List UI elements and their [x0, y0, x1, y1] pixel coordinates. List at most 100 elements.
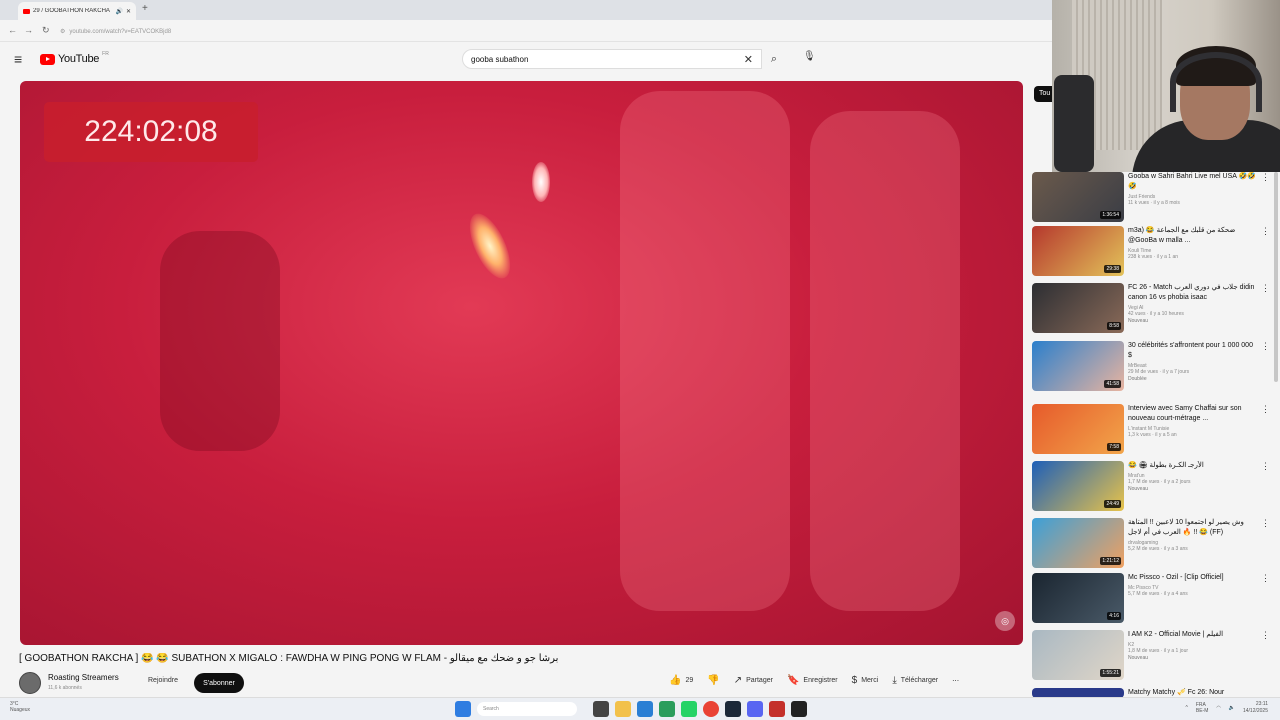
recommendation-item[interactable]: 41:58 30 célébrités s'affrontent pour 1 0… — [1032, 341, 1272, 395]
recommendation-item[interactable]: 1:36:54 Gooba w Sahri Bahri Live mel USA … — [1032, 172, 1272, 226]
recommendation-title[interactable]: FC 26 - Match جلاب في دوري العرب didin c… — [1128, 283, 1256, 303]
recommendation-title[interactable]: Gooba w Sahri Bahri Live mel USA 🤣🤣🤣 — [1128, 172, 1256, 192]
recommendation-item[interactable]: 24:49 😂 🏟 الأرجـ الكـرة بطولة Mrat'un 1,7 M… — [1032, 461, 1272, 515]
more-options-icon[interactable]: ⋮ — [1261, 518, 1270, 529]
chrome-icon[interactable] — [703, 701, 719, 717]
forward-icon[interactable]: → — [24, 25, 33, 35]
video-player[interactable]: 224:02:08 ◎ — [20, 81, 1023, 645]
more-options-icon[interactable]: ⋮ — [1261, 226, 1270, 237]
bookmark-icon: 🔖 — [786, 675, 800, 686]
share-button[interactable]: ↗ Partager — [734, 675, 773, 686]
like-button[interactable]: 👍 29 — [669, 675, 693, 686]
recommendation-item[interactable]: 7:58 Interview avec Samy Chaffai sur son … — [1032, 404, 1272, 458]
recommendation-meta: 5,2 M de vues · il y a 3 ans — [1128, 546, 1188, 552]
discord-icon[interactable] — [747, 701, 763, 717]
sidebar-scrollbar[interactable] — [1274, 172, 1278, 382]
video-thumbnail[interactable]: 41:58 — [1032, 341, 1124, 391]
clock-time: 23:11 — [1255, 701, 1268, 707]
more-options-icon[interactable]: ⋮ — [1261, 630, 1270, 641]
recommendation-title[interactable]: I AM K2 - Official Movie | الفيلم — [1128, 630, 1256, 640]
download-icon: ⤓ — [892, 675, 897, 686]
more-options-icon[interactable]: ⋮ — [1261, 283, 1270, 294]
reload-icon[interactable]: ↻ — [42, 25, 50, 36]
language-indicator[interactable]: FRA BE-M — [1196, 702, 1209, 714]
more-options-icon[interactable]: ⋮ — [1261, 573, 1270, 584]
url-bar[interactable]: ⚙ youtube.com/watch?v=EATVCOKBjd8 — [60, 25, 660, 38]
save-button[interactable]: 🔖 Enregistrer — [787, 675, 838, 686]
tray-chevron-icon[interactable]: ^ — [1186, 705, 1188, 711]
recommendation-meta: 1,8 M de vues · il y a 1 jour — [1128, 648, 1189, 654]
webcam-overlay — [1052, 0, 1280, 172]
channel-avatar[interactable] — [19, 672, 41, 694]
recommendation-item[interactable]: 8:58 FC 26 - Match جلاب في دوري العرب did… — [1032, 283, 1272, 337]
thanks-button[interactable]: $ Merci — [852, 675, 879, 686]
video-duration: 24:49 — [1104, 500, 1121, 508]
recommendation-item[interactable]: 1:21:12 وش يصير لو اجتمعوا 10 لاعبين !! ا… — [1032, 518, 1272, 572]
more-options-icon[interactable]: ⋮ — [1261, 461, 1270, 472]
recommendation-item[interactable]: 29:38 m3a) 😂 ضحكة من قلبك مع الجماعة @Goo… — [1032, 226, 1272, 280]
store-icon[interactable] — [637, 701, 653, 717]
hamburger-menu-icon[interactable]: ≡ — [14, 51, 22, 67]
recommendation-title[interactable]: 30 célébrités s'affrontent pour 1 000 00… — [1128, 341, 1256, 361]
recommendation-item[interactable]: 1:55:21 I AM K2 - Official Movie | الفيلم… — [1032, 630, 1272, 684]
recommendation-title[interactable]: Interview avec Samy Chaffai sur son nouv… — [1128, 404, 1256, 424]
recommendation-meta: 5,7 M de vues · il y a 4 ans — [1128, 591, 1188, 597]
channel-subscribers: 11,6 k abonnés — [48, 685, 82, 691]
taskbar-search[interactable]: Search — [477, 702, 577, 716]
video-thumbnail[interactable]: 1:21:12 — [1032, 518, 1124, 568]
clear-search-icon[interactable]: ✕ — [744, 53, 753, 66]
youtube-play-icon — [40, 53, 55, 65]
download-button[interactable]: ⤓ Télécharger — [892, 675, 938, 686]
epic-games-icon[interactable] — [791, 701, 807, 717]
more-options-icon[interactable]: ⋮ — [1261, 341, 1270, 352]
voice-search-icon[interactable]: 🎙 — [803, 51, 816, 62]
search-input[interactable]: gooba subathon ✕ — [462, 49, 762, 69]
file-explorer-icon[interactable] — [615, 701, 631, 717]
whatsapp-icon[interactable] — [681, 701, 697, 717]
join-button[interactable]: Rejoindre — [148, 677, 178, 684]
recommendation-title[interactable]: وش يصير لو اجتمعوا 10 لاعبين !! المتاهة … — [1128, 518, 1256, 538]
more-options-icon[interactable]: ⋮ — [1261, 404, 1270, 415]
search-button[interactable]: ⌕ — [762, 49, 786, 69]
tab-close-icon[interactable]: ✕ — [126, 8, 131, 15]
recommendation-title[interactable]: 😂 🏟 الأرجـ الكـرة بطولة — [1128, 461, 1256, 471]
video-thumbnail[interactable]: 1:36:54 — [1032, 172, 1124, 222]
channel-row: Roasting Streamers 11,6 k abonnés Rejoin… — [19, 671, 1029, 695]
more-options-icon[interactable]: ⋮ — [1261, 172, 1270, 183]
video-duration: 1:21:12 — [1100, 557, 1121, 565]
channel-watermark-icon[interactable]: ◎ — [995, 611, 1015, 631]
task-view-icon[interactable] — [593, 701, 609, 717]
browser-tab[interactable]: 29 / GOOBATHON RAKCHA 🔊 ✕ — [18, 2, 136, 20]
windows-start-icon[interactable] — [455, 701, 471, 717]
audio-icon[interactable]: 🔊 — [115, 8, 122, 15]
steam-icon[interactable] — [725, 701, 741, 717]
recommendation-meta: 1,3 k vues · il y a 5 an — [1128, 432, 1177, 438]
url-text: youtube.com/watch?v=EATVCOKBjd8 — [69, 28, 172, 35]
video-thumbnail[interactable]: 24:49 — [1032, 461, 1124, 511]
video-thumbnail[interactable]: 8:58 — [1032, 283, 1124, 333]
new-tab-button[interactable]: + — [142, 3, 148, 14]
dislike-button[interactable]: 👎 — [707, 675, 719, 686]
weather-widget[interactable]: 3°C Nuageux — [10, 701, 30, 713]
wifi-icon[interactable]: ◠ — [1216, 705, 1220, 711]
video-thumbnail[interactable]: 1:55:21 — [1032, 630, 1124, 680]
video-thumbnail[interactable]: 29:38 — [1032, 226, 1124, 276]
app-icon[interactable] — [769, 701, 785, 717]
volume-icon[interactable]: 🔈 — [1229, 705, 1235, 711]
recommendation-item[interactable]: 4:16 Mc Pissco - Ozil - [Clip Officiel] Mc… — [1032, 573, 1272, 627]
recommendation-title[interactable]: Mc Pissco - Ozil - [Clip Officiel] — [1128, 573, 1256, 583]
channel-name[interactable]: Roasting Streamers — [48, 673, 119, 682]
recommendation-title[interactable]: m3a) 😂 ضحكة من قلبك مع الجماعة @GooBa w … — [1128, 226, 1256, 246]
subscribe-button[interactable]: S'abonner — [194, 673, 244, 693]
video-thumbnail[interactable]: 4:16 — [1032, 573, 1124, 623]
flare-light — [461, 207, 519, 285]
youtube-logo[interactable]: YouTube FR — [40, 51, 109, 65]
back-icon[interactable]: ← — [8, 25, 17, 35]
system-clock[interactable]: 23:11 14/12/2025 — [1243, 701, 1268, 715]
xbox-icon[interactable] — [659, 701, 675, 717]
recommendation-badge: Nouveau — [1128, 486, 1149, 492]
more-actions-button[interactable]: ⋯ — [952, 677, 959, 685]
site-info-icon[interactable]: ⚙ — [60, 28, 65, 35]
video-thumbnail[interactable]: 7:58 — [1032, 404, 1124, 454]
flare-light — [532, 162, 550, 202]
